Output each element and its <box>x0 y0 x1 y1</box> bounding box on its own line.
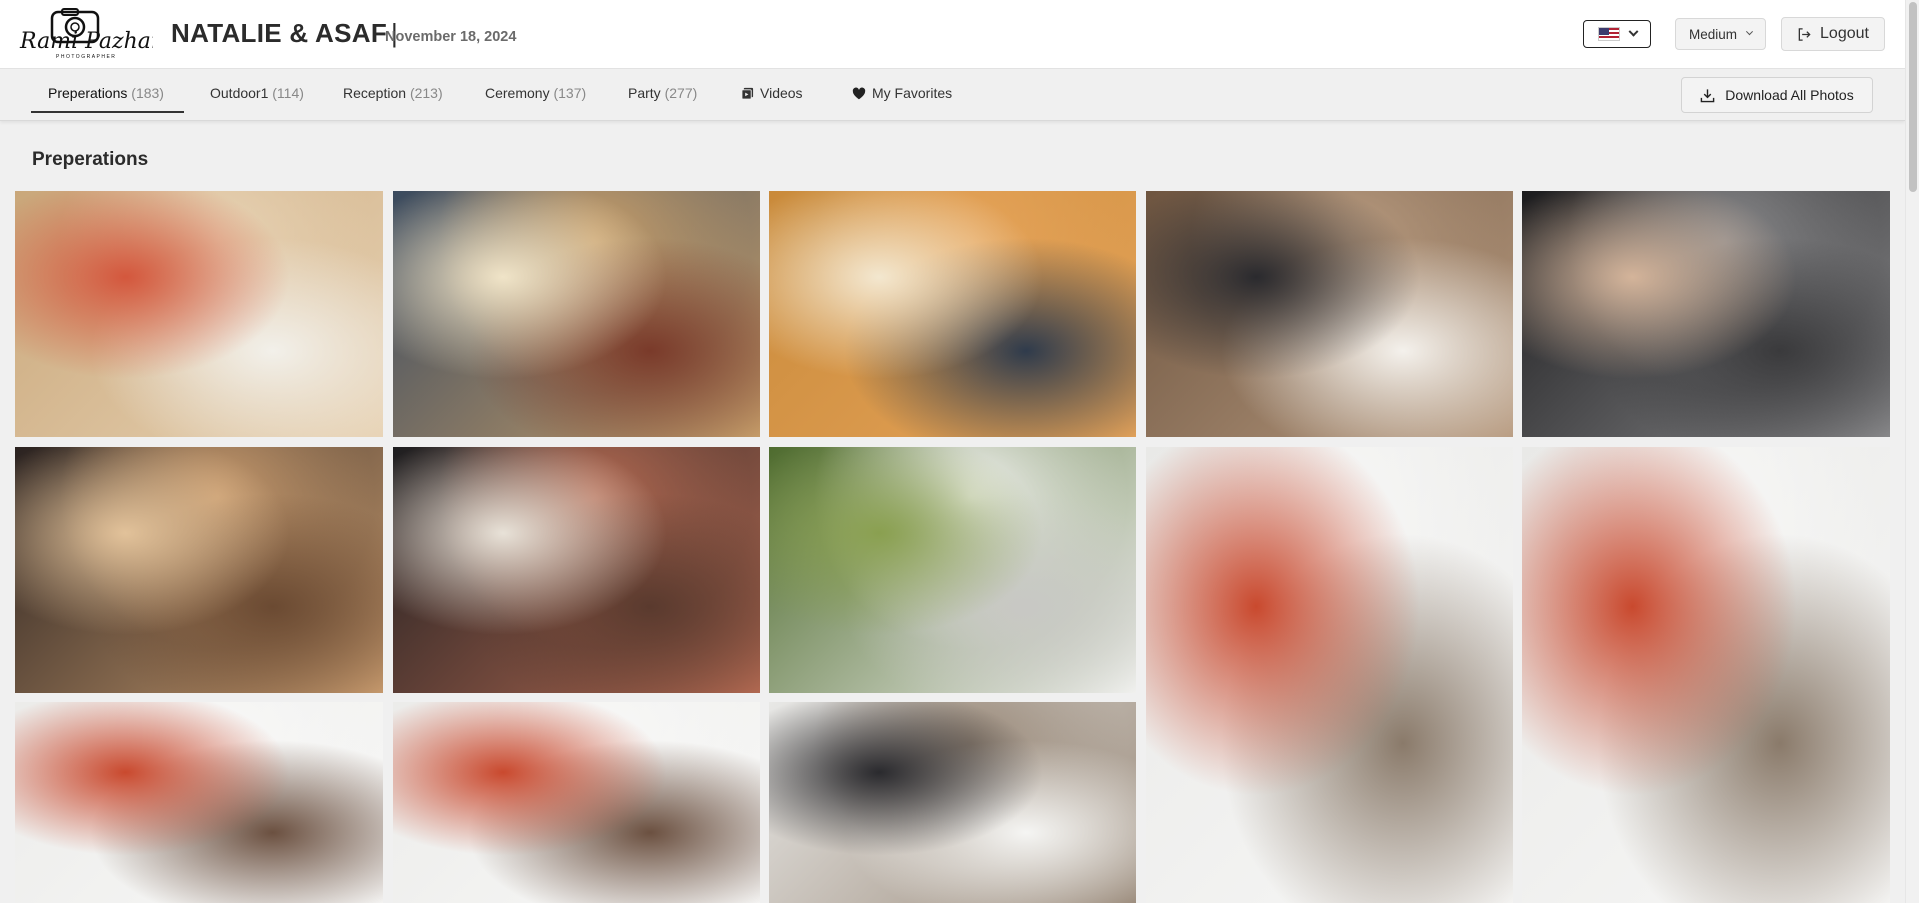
tab-reception[interactable]: Reception (213) <box>343 85 443 101</box>
tab-count: (183) <box>131 85 164 101</box>
tab-party[interactable]: Party (277) <box>628 85 697 101</box>
gallery-photo-lip-pencils[interactable] <box>393 447 760 693</box>
tab-outdoor1[interactable]: Outdoor1 (114) <box>210 85 304 101</box>
brand-tagline: PHOTOGRAPHER <box>56 54 116 60</box>
gallery-photo-bride-hallway-2[interactable] <box>1522 447 1890 903</box>
chevron-down-icon <box>1745 27 1754 35</box>
tab-label: Outdoor1 <box>210 85 269 101</box>
logout-button[interactable]: Logout <box>1781 17 1885 51</box>
scrollbar-thumb[interactable] <box>1909 2 1917 192</box>
couple-names: NATALIE & ASAF <box>171 18 388 48</box>
heart-icon <box>852 87 866 99</box>
gallery-photo-bride-smiling-2[interactable] <box>393 702 760 903</box>
app-header: Rami Pazhar PHOTOGRAPHER NATALIE & ASAF |… <box>0 0 1905 69</box>
camera-signature-icon: Rami Pazhar PHOTOGRAPHER <box>19 8 163 60</box>
download-icon <box>1700 88 1715 102</box>
tab-label: Reception <box>343 85 407 101</box>
gallery-photo-cosmetics[interactable] <box>15 447 383 693</box>
gallery-photo-bride-hallway[interactable] <box>1146 447 1513 903</box>
tab-label: Preperations <box>48 85 128 101</box>
tab-count: (213) <box>409 85 443 101</box>
gallery-photo-makeup-brushes[interactable] <box>1522 191 1890 437</box>
tab-count: (277) <box>664 85 698 101</box>
gallery-photo-wedding-dress[interactable] <box>769 447 1136 693</box>
tab-videos[interactable]: Videos <box>741 85 803 101</box>
logout-label: Logout <box>1820 25 1869 42</box>
gallery-photo-food-platters[interactable] <box>15 191 383 437</box>
tab-preperations[interactable]: Preperations (183) <box>48 85 164 101</box>
download-all-button[interactable]: Download All Photos <box>1681 77 1873 113</box>
gallery-photo-family-celebrating[interactable] <box>769 702 1136 903</box>
image-size-dropdown[interactable]: Medium <box>1675 18 1766 50</box>
image-size-value: Medium <box>1688 26 1737 42</box>
tab-ceremony[interactable]: Ceremony (137) <box>485 85 586 101</box>
album-tabs: Preperations (183) Outdoor1 (114) Recept… <box>0 69 1905 121</box>
page-title: NATALIE & ASAF | <box>171 18 400 49</box>
tab-label: Party <box>628 85 661 101</box>
tab-count: (114) <box>272 85 304 101</box>
page-scrollbar[interactable] <box>1905 0 1919 903</box>
gallery-photo-bride-hair[interactable] <box>1146 191 1513 437</box>
language-selector[interactable] <box>1583 20 1651 48</box>
tab-my-favorites[interactable]: My Favorites <box>852 85 952 101</box>
tab-label: My Favorites <box>872 85 953 101</box>
gallery-photo-cheese-fruit-platter[interactable] <box>769 191 1136 437</box>
logout-icon <box>1798 27 1811 41</box>
brand-logo[interactable]: Rami Pazhar PHOTOGRAPHER <box>18 8 163 60</box>
gallery-photo-fruit-board[interactable] <box>393 191 760 437</box>
brand-name: Rami Pazhar <box>19 29 153 54</box>
download-label: Download All Photos <box>1725 87 1854 103</box>
video-icon <box>741 87 754 100</box>
tab-label: Videos <box>760 85 803 101</box>
active-tab-indicator <box>31 111 184 113</box>
tab-label: Ceremony <box>485 85 550 101</box>
tab-count: (137) <box>553 85 587 101</box>
gallery-photo-bride-smiling[interactable] <box>15 702 383 903</box>
chevron-down-icon <box>1628 26 1638 37</box>
event-date: November 18, 2024 <box>385 29 517 45</box>
section-title: Preperations <box>32 149 149 170</box>
us-flag-icon <box>1597 27 1620 41</box>
